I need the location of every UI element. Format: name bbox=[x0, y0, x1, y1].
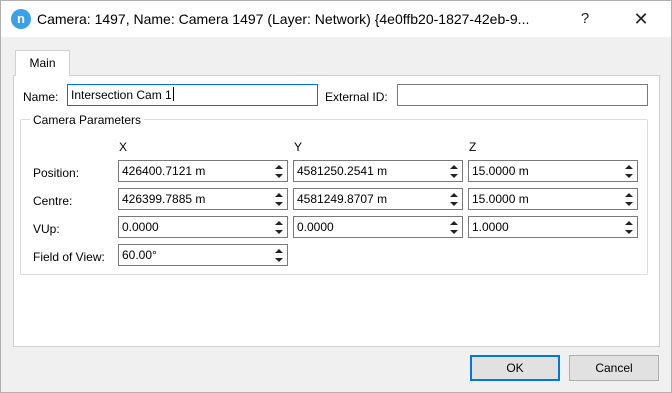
field-of-view-label: Field of View: bbox=[33, 250, 105, 264]
field-of-view-spinbox[interactable]: 60.00° bbox=[118, 244, 288, 266]
position-z-spinbox[interactable]: 15.0000 m bbox=[468, 160, 638, 182]
spin-up-arrow-icon[interactable] bbox=[446, 162, 461, 171]
spin-down-arrow-icon[interactable] bbox=[446, 227, 461, 236]
column-header-x: X bbox=[119, 140, 128, 154]
spin-arrows bbox=[446, 162, 461, 180]
cancel-button[interactable]: Cancel bbox=[569, 355, 659, 381]
position-label: Position: bbox=[33, 166, 80, 180]
vup-y-value: 0.0000 bbox=[297, 220, 334, 234]
vup-x-spinbox[interactable]: 0.0000 bbox=[118, 216, 288, 238]
camera-parameters-title: Camera Parameters bbox=[30, 113, 145, 127]
column-header-z: Z bbox=[469, 140, 477, 154]
text-caret bbox=[172, 87, 174, 101]
spin-down-arrow-icon[interactable] bbox=[621, 171, 636, 180]
position-y-spinbox[interactable]: 4581250.2541 m bbox=[293, 160, 463, 182]
spin-up-arrow-icon[interactable] bbox=[271, 190, 286, 199]
spin-down-arrow-icon[interactable] bbox=[621, 227, 636, 236]
spin-arrows bbox=[446, 190, 461, 208]
window-title: Camera: 1497, Name: Camera 1497 (Layer: … bbox=[37, 11, 530, 27]
external-id-field[interactable] bbox=[397, 84, 648, 106]
help-button[interactable]: ? bbox=[563, 5, 607, 33]
spin-up-arrow-icon[interactable] bbox=[621, 218, 636, 227]
spin-arrows bbox=[271, 246, 286, 264]
field-of-view-value: 60.00° bbox=[122, 248, 157, 262]
spin-up-arrow-icon[interactable] bbox=[621, 190, 636, 199]
spin-up-arrow-icon[interactable] bbox=[271, 162, 286, 171]
vup-x-value: 0.0000 bbox=[122, 220, 159, 234]
position-y-value: 4581250.2541 m bbox=[297, 164, 388, 178]
spin-down-arrow-icon[interactable] bbox=[621, 199, 636, 208]
title-bar: n Camera: 1497, Name: Camera 1497 (Layer… bbox=[1, 1, 671, 37]
centre-x-spinbox[interactable]: 426399.7885 m bbox=[118, 188, 288, 210]
spin-arrows bbox=[271, 190, 286, 208]
spin-up-arrow-icon[interactable] bbox=[446, 218, 461, 227]
position-x-value: 426400.7121 m bbox=[122, 164, 206, 178]
app-logo-icon: n bbox=[11, 9, 31, 29]
spin-down-arrow-icon[interactable] bbox=[446, 171, 461, 180]
centre-label: Centre: bbox=[33, 194, 73, 208]
spin-down-arrow-icon[interactable] bbox=[271, 255, 286, 264]
centre-z-spinbox[interactable]: 15.0000 m bbox=[468, 188, 638, 210]
name-field-value: Intersection Cam 1 bbox=[71, 88, 172, 102]
spin-down-arrow-icon[interactable] bbox=[271, 199, 286, 208]
vup-z-spinbox[interactable]: 1.0000 bbox=[468, 216, 638, 238]
spin-down-arrow-icon[interactable] bbox=[446, 199, 461, 208]
spin-up-arrow-icon[interactable] bbox=[271, 218, 286, 227]
centre-x-value: 426399.7885 m bbox=[122, 192, 206, 206]
spin-arrows bbox=[621, 162, 636, 180]
spin-down-arrow-icon[interactable] bbox=[271, 171, 286, 180]
spin-arrows bbox=[621, 190, 636, 208]
spin-up-arrow-icon[interactable] bbox=[621, 162, 636, 171]
close-button[interactable]: ✕ bbox=[619, 5, 663, 33]
column-header-y: Y bbox=[294, 140, 303, 154]
spin-up-arrow-icon[interactable] bbox=[446, 190, 461, 199]
camera-dialog: n Camera: 1497, Name: Camera 1497 (Layer… bbox=[0, 0, 672, 393]
spin-arrows bbox=[621, 218, 636, 236]
tab-main[interactable]: Main bbox=[15, 50, 70, 76]
centre-y-spinbox[interactable]: 4581249.8707 m bbox=[293, 188, 463, 210]
name-field[interactable]: Intersection Cam 1 bbox=[67, 84, 318, 106]
external-id-label: External ID: bbox=[325, 90, 388, 104]
ok-button[interactable]: OK bbox=[470, 355, 560, 381]
name-label: Name: bbox=[23, 90, 59, 104]
position-x-spinbox[interactable]: 426400.7121 m bbox=[118, 160, 288, 182]
vup-label: VUp: bbox=[33, 222, 60, 236]
spin-arrows bbox=[271, 162, 286, 180]
vup-z-value: 1.0000 bbox=[472, 220, 509, 234]
spin-arrows bbox=[446, 218, 461, 236]
spin-down-arrow-icon[interactable] bbox=[271, 227, 286, 236]
spin-arrows bbox=[271, 218, 286, 236]
spin-up-arrow-icon[interactable] bbox=[271, 246, 286, 255]
vup-y-spinbox[interactable]: 0.0000 bbox=[293, 216, 463, 238]
centre-z-value: 15.0000 m bbox=[472, 192, 529, 206]
centre-y-value: 4581249.8707 m bbox=[297, 192, 388, 206]
position-z-value: 15.0000 m bbox=[472, 164, 529, 178]
